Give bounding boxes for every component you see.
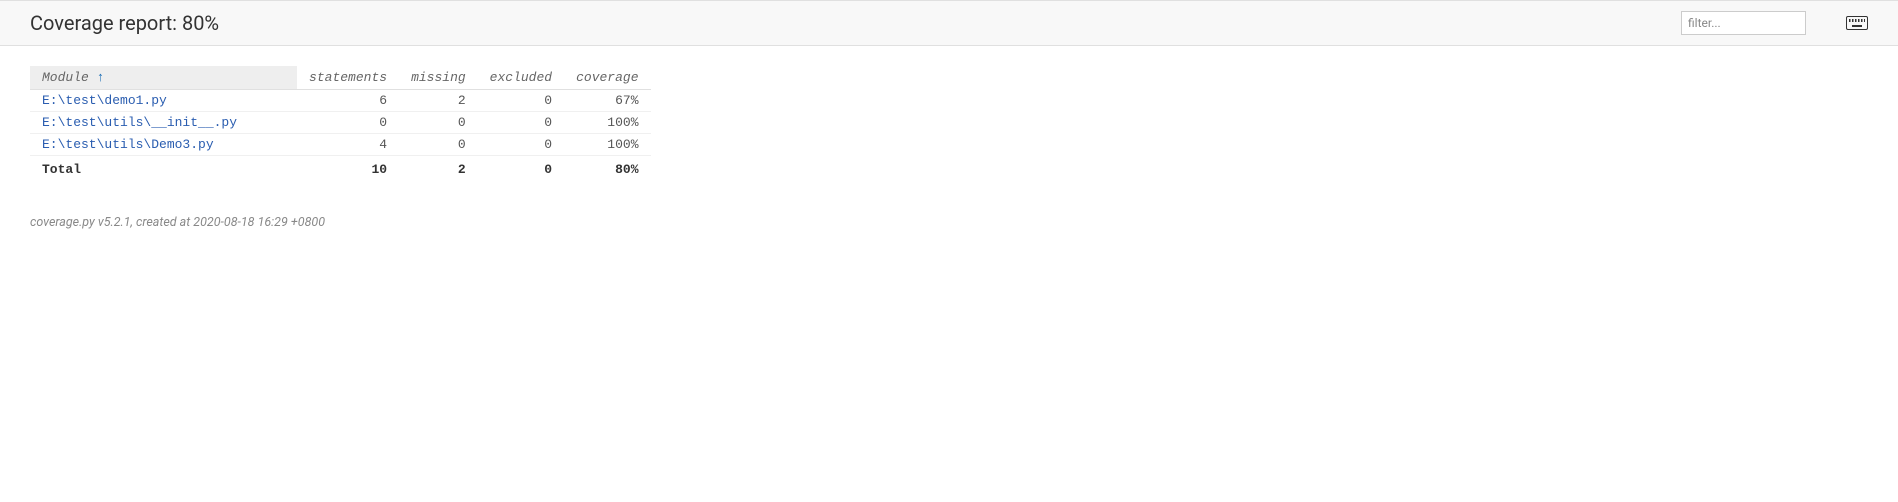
page-header: Coverage report: 80%	[0, 0, 1898, 46]
page-title: Coverage report: 80%	[30, 11, 219, 35]
cell-coverage: 100%	[564, 112, 650, 134]
column-header-coverage[interactable]: coverage	[564, 66, 650, 90]
cell-module: E:\test\utils\__init__.py	[30, 112, 297, 134]
cell-total-label: Total	[30, 156, 297, 181]
column-header-excluded[interactable]: excluded	[478, 66, 564, 90]
module-link[interactable]: E:\test\utils\Demo3.py	[42, 137, 214, 152]
filter-input[interactable]	[1681, 11, 1806, 35]
cell-module: E:\test\utils\Demo3.py	[30, 134, 297, 156]
column-header-module[interactable]: Module ↑	[30, 66, 297, 90]
cell-total-statements: 10	[297, 156, 399, 181]
table-row-total: Total102080%	[30, 156, 651, 181]
column-header-statements[interactable]: statements	[297, 66, 399, 90]
cell-missing: 2	[399, 90, 478, 112]
keyboard-icon[interactable]	[1846, 16, 1868, 30]
content-area: Module ↑ statements missing excluded cov…	[0, 46, 1898, 200]
table-row: E:\test\demo1.py 62067%	[30, 90, 651, 112]
cell-module: E:\test\demo1.py	[30, 90, 297, 112]
cell-missing: 0	[399, 112, 478, 134]
page-footer: coverage.py v5.2.1, created at 2020-08-1…	[0, 200, 1898, 245]
coverage-table: Module ↑ statements missing excluded cov…	[30, 66, 651, 180]
column-header-missing[interactable]: missing	[399, 66, 478, 90]
cell-missing: 0	[399, 134, 478, 156]
cell-excluded: 0	[478, 90, 564, 112]
cell-coverage: 100%	[564, 134, 650, 156]
cell-statements: 4	[297, 134, 399, 156]
table-row: E:\test\utils\Demo3.py400100%	[30, 134, 651, 156]
column-header-module-label: Module	[42, 70, 89, 85]
sort-arrow-icon: ↑	[97, 70, 105, 85]
cell-total-coverage: 80%	[564, 156, 650, 181]
cell-total-excluded: 0	[478, 156, 564, 181]
cell-excluded: 0	[478, 134, 564, 156]
header-controls	[1681, 11, 1868, 35]
module-link[interactable]: E:\test\demo1.py	[42, 93, 167, 108]
cell-statements: 0	[297, 112, 399, 134]
table-row: E:\test\utils\__init__.py000100%	[30, 112, 651, 134]
cell-total-missing: 2	[399, 156, 478, 181]
cell-statements: 6	[297, 90, 399, 112]
cell-excluded: 0	[478, 112, 564, 134]
module-link[interactable]: E:\test\utils\__init__.py	[42, 115, 237, 130]
cell-coverage: 67%	[564, 90, 650, 112]
footer-text: coverage.py v5.2.1, created at 2020-08-1…	[30, 215, 325, 230]
